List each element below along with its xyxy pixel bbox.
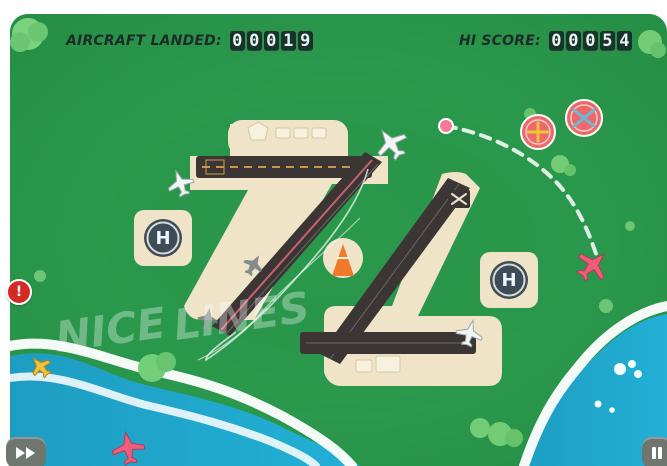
game-field[interactable]: H H xyxy=(10,14,667,466)
score-digit: 0 xyxy=(246,31,262,51)
alert-mark: ! xyxy=(15,284,23,300)
helipad-icon: H xyxy=(501,269,517,291)
hi-score-label: HI SCORE: xyxy=(459,33,541,49)
aircraft-landed-digits: 0 0 0 1 9 xyxy=(229,31,313,51)
hi-score-digits: 0 0 0 5 4 xyxy=(548,31,632,51)
warning-badge-icon[interactable] xyxy=(520,114,556,150)
score-digit: 1 xyxy=(280,31,296,51)
warning-badge-icon[interactable] xyxy=(565,99,603,137)
score-digit: 0 xyxy=(565,31,581,51)
hi-score: HI SCORE: 0 0 0 5 4 xyxy=(459,29,632,53)
game-screen: H H AIRCRAFT LANDED: 0 0 0 1 9 HI SCORE:… xyxy=(0,0,667,466)
score-digit: 5 xyxy=(599,31,615,51)
aircraft-landed-score: AIRCRAFT LANDED: 0 0 0 1 9 xyxy=(66,29,313,53)
aircraft-landed-label: AIRCRAFT LANDED: xyxy=(66,33,222,49)
score-digit: 0 xyxy=(548,31,564,51)
map xyxy=(10,14,667,466)
alert-icon[interactable]: ! xyxy=(6,279,32,305)
score-digit: 0 xyxy=(229,31,245,51)
score-digit: 0 xyxy=(263,31,279,51)
cone-pad xyxy=(323,238,363,278)
helipad-icon: H xyxy=(155,227,171,249)
score-digit: 9 xyxy=(297,31,313,51)
pause-icon xyxy=(652,446,662,459)
fast-forward-button[interactable] xyxy=(6,437,46,466)
score-digit: 0 xyxy=(582,31,598,51)
runway-right-horizontal xyxy=(300,332,476,354)
closed-runway-x xyxy=(448,190,470,208)
pause-button[interactable] xyxy=(642,437,667,466)
path-waypoint xyxy=(438,118,454,134)
score-digit: 4 xyxy=(616,31,632,51)
fast-forward-icon xyxy=(16,446,35,459)
